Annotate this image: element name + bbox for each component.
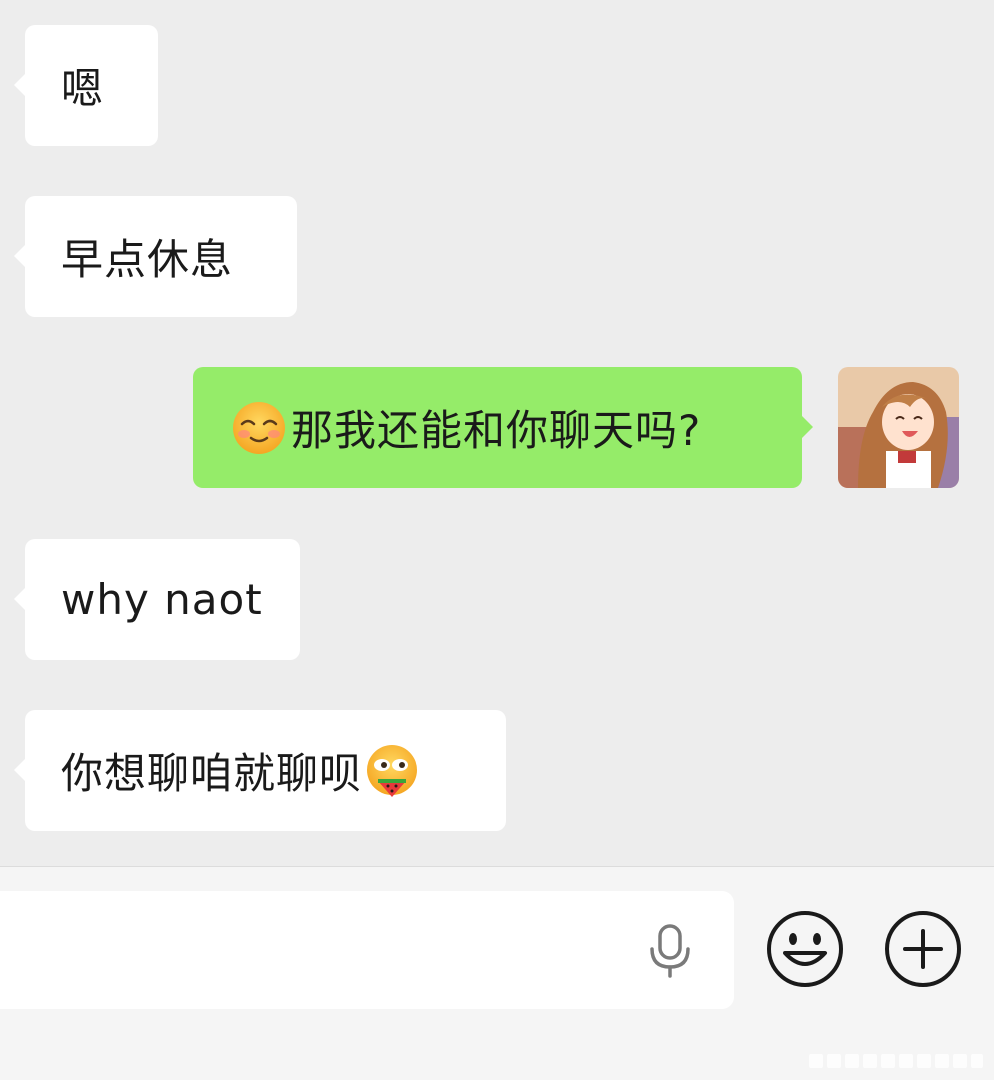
eating-watermelon-emoji — [364, 743, 420, 799]
smiley-face-icon — [767, 911, 843, 987]
message-bubble-5[interactable]: 你想聊咱就聊呗 — [14, 710, 506, 831]
watermark — [809, 1050, 984, 1072]
chat-message-area[interactable]: 嗯 早点休息 那我还能和你聊天吗? why naot 你想聊咱就聊呗 — [0, 0, 994, 866]
self-avatar[interactable] — [838, 367, 959, 488]
more-options-button[interactable] — [883, 909, 963, 989]
anime-girl-avatar-icon — [838, 367, 959, 488]
microphone-icon[interactable] — [644, 923, 696, 979]
message-bubble-4[interactable]: why naot — [14, 539, 300, 660]
message-bubble-2[interactable]: 早点休息 — [14, 196, 297, 317]
message-text-1: 嗯 — [61, 64, 105, 113]
message-bubble-1[interactable]: 嗯 — [14, 25, 158, 146]
blushing-smile-emoji — [231, 400, 287, 456]
message-input-field[interactable] — [0, 891, 734, 1009]
message-text-5: 你想聊咱就聊呗 — [61, 749, 363, 798]
plus-circle-icon — [885, 911, 961, 987]
input-toolbar — [0, 866, 994, 1080]
message-text-3: 那我还能和你聊天吗? — [291, 406, 702, 455]
message-text-2: 早点休息 — [61, 235, 234, 284]
message-bubble-3[interactable]: 那我还能和你聊天吗? — [193, 367, 813, 488]
message-text-4: why naot — [61, 575, 263, 624]
emoji-button[interactable] — [765, 909, 845, 989]
